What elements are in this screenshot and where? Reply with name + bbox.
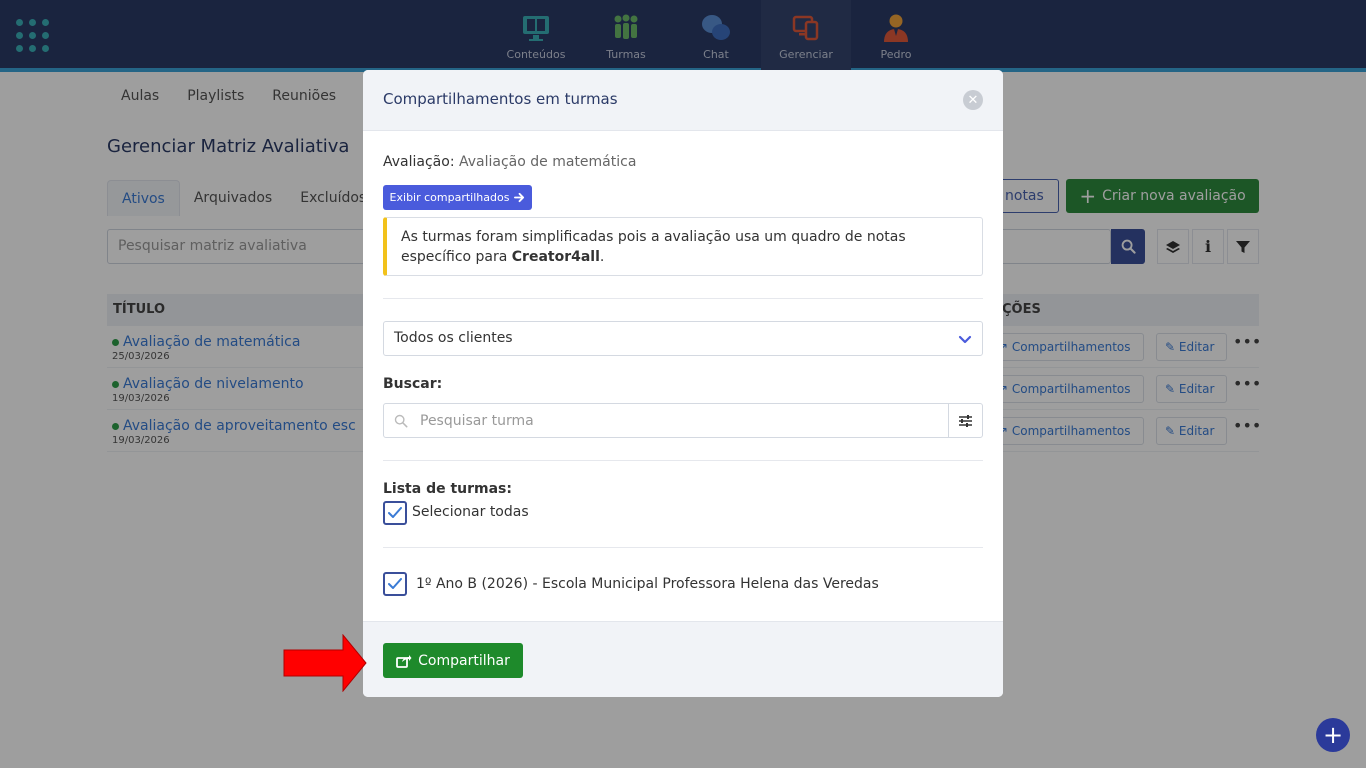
share-button[interactable]: Compartilhar [383,643,523,678]
red-arrow-annotation-icon [283,634,367,692]
alert-text-end: . [599,249,605,265]
search-icon [394,414,408,428]
evaluation-info: Avaliação: Avaliação de matemática [383,154,636,170]
modal-title: Compartilhamentos em turmas [383,90,618,108]
search-turma-input[interactable] [420,404,940,437]
evaluation-label: Avaliação: [383,154,455,170]
search-label: Buscar: [383,376,443,392]
select-all-checkbox[interactable] [383,501,407,525]
info-alert: As turmas foram simplificadas pois a ava… [383,217,983,276]
turma-label[interactable]: 1º Ano B (2026) - Escola Municipal Profe… [416,576,879,592]
divider [383,298,983,299]
divider [383,460,983,461]
modal-footer: Compartilhar [363,621,1003,697]
evaluation-name: Avaliação de matemática [459,154,637,170]
checkmark-icon [388,507,402,518]
show-shared-label: Exibir compartilhados [389,191,510,204]
share-icon [396,654,412,668]
share-modal: Compartilhamentos em turmas ✕ Avaliação:… [363,70,1003,697]
sliders-icon [959,414,972,427]
arrow-right-icon [514,192,525,203]
add-fab-button[interactable]: + [1316,718,1350,752]
checkmark-icon [388,578,402,589]
share-label: Compartilhar [418,652,510,669]
search-options-button[interactable] [948,403,983,438]
search-turma-field [383,403,949,438]
divider [383,547,983,548]
list-label: Lista de turmas: [383,481,512,497]
close-icon: ✕ [967,92,979,108]
alert-bold: Creator4all [511,249,600,265]
turma-checkbox[interactable] [383,572,407,596]
close-button[interactable]: ✕ [963,90,983,110]
alert-text: As turmas foram simplificadas pois a ava… [401,229,906,265]
modal-header: Compartilhamentos em turmas ✕ [363,70,1003,131]
show-shared-button[interactable]: Exibir compartilhados [383,185,532,210]
client-select-value: Todos os clientes [394,330,513,346]
select-all-label[interactable]: Selecionar todas [412,504,529,520]
plus-icon: + [1322,721,1344,749]
client-select[interactable]: Todos os clientes [383,321,983,356]
chevron-down-icon [958,335,972,344]
